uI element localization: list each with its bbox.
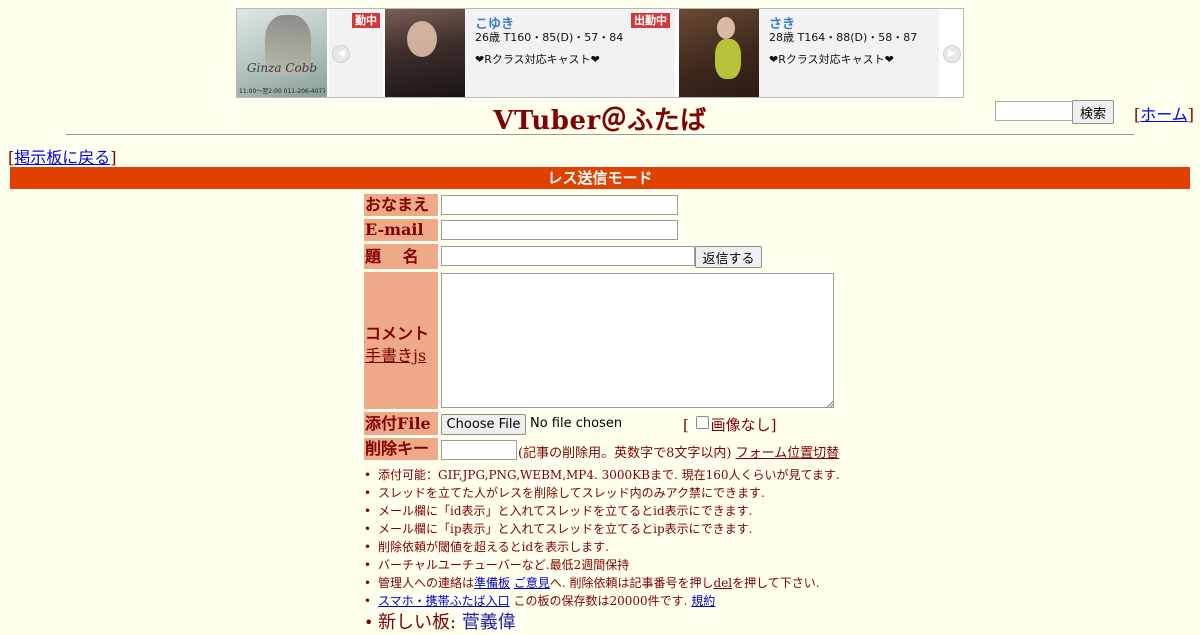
cast-card-saki[interactable]: さき 28歳 T164・88(D)・58・87 ❤Rクラス対応キャスト❤ [679,9,939,97]
cast-card-koyuki[interactable]: こゆき 出勤中 26歳 T160・85(D)・57・84 ❤Rクラス対応キャスト… [385,9,675,97]
name-input[interactable] [441,195,678,215]
list-item: スレッドを立てた人がレスを削除してスレッド内のみアク禁にできます. [362,484,840,502]
header-divider [66,134,1134,135]
feedback-link[interactable]: ご意見 [514,576,550,590]
comment-textarea[interactable] [441,273,834,408]
handwriting-link[interactable]: 手書きjs [365,342,426,366]
subject-input[interactable] [441,246,695,266]
carousel-next-icon[interactable]: ▶ [943,45,961,63]
cast-tag: ❤Rクラス対応キャスト❤ [475,53,600,66]
shop-logo[interactable]: Ginza Cobb 11:00〜翌2:00 011-206-4077 [237,9,327,97]
file-status: No file chosen [530,416,623,431]
contact-prefix: 管理人への連絡は [378,576,475,590]
contact-note: 管理人への連絡は準備板 ご意見へ. 削除依頼は記事番号を押しdelを押して下さい… [362,574,840,592]
rules-link[interactable]: 規約 [691,594,715,608]
mobile-note: スマホ・携帯ふたば入口 この板の保存数は20000件です. 規約 [362,592,840,610]
cast-tag: ❤Rクラス対応キャスト❤ [769,53,894,66]
junbi-board-link[interactable]: 準備板 [474,576,510,590]
list-item: 添付可能：GIF,JPG,PNG,WEBM,MP4. 3000KBまで. 現在1… [362,466,840,484]
email-label: E-mail [364,219,438,241]
storage-note: この板の保存数は20000件です. [509,594,692,608]
ad-banner[interactable]: Ginza Cobb 11:00〜翌2:00 011-206-4077 勤中 ◀… [236,8,964,98]
no-image-option: [ 画像なし] [683,416,777,434]
back-to-board-link[interactable]: 掲示板に戻る [14,148,110,167]
cast-photo [679,9,759,97]
home-link-wrapper: [ホーム] [1134,105,1195,124]
shop-info: 11:00〜翌2:00 011-206-4077 [239,88,325,95]
no-image-checkbox[interactable] [695,416,709,429]
delete-key-input[interactable] [441,440,517,460]
new-board-note: 新しい板: 菅義偉 [362,611,840,635]
list-item: バーチャルユーチューバーなど.最低2週間保持 [362,556,840,574]
back-link-wrapper: [掲示板に戻る] [8,148,117,167]
shop-name: Ginza Cobb [246,61,318,75]
status-badge: 勤中 [352,13,380,28]
comment-label-cell: コメント 手書きjs [364,272,438,409]
status-badge: 出勤中 [631,13,670,28]
list-item: 削除依頼が閾値を超えるとidを表示します. [362,538,840,556]
form-position-toggle-link[interactable]: フォーム位置切替 [736,446,840,461]
cast-stats: 26歳 T160・85(D)・57・84 [475,31,624,44]
search-input[interactable] [995,101,1075,121]
email-input[interactable] [441,220,678,240]
cast-photo [385,9,465,97]
contact-middle: へ. 削除依頼は記事番号を押し [549,576,714,590]
comment-label: コメント [365,324,430,343]
mobile-entrance-link[interactable]: スマホ・携帯ふたば入口 [378,594,510,608]
reply-mode-banner: レス送信モード [10,167,1190,189]
del-link[interactable]: del [714,576,733,590]
list-item: メール欄に「id表示」と入れてスレッドを立てるとid表示にできます. [362,502,840,520]
choose-file-button[interactable]: Choose File [441,414,526,435]
subject-label: 題 名 [364,244,438,269]
file-label: 添付File [364,412,438,435]
delete-key-note: (記事の削除用。英数字で8文字以内) フォーム位置切替 [518,442,839,461]
home-link[interactable]: ホーム [1140,105,1188,124]
delete-key-note-text: (記事の削除用。英数字で8文字以内) [518,446,732,461]
cast-stats: 28歳 T164・88(D)・58・87 [769,31,918,44]
contact-suffix: を押して下さい. [732,576,820,590]
board-notes: 添付可能：GIF,JPG,PNG,WEBM,MP4. 3000KBまで. 現在1… [362,466,840,635]
delete-key-label: 削除キー [364,438,438,460]
carousel-prev-icon[interactable]: ◀ [332,45,350,63]
list-item: メール欄に「ip表示」と入れてスレッドを立てるとip表示にできます. [362,520,840,538]
no-image-label[interactable]: 画像なし [711,416,771,434]
resize-grip-icon[interactable] [826,400,833,407]
submit-reply-button[interactable]: 返信する [695,246,762,268]
name-label: おなまえ [364,194,438,216]
search-button[interactable]: 検索 [1072,100,1114,124]
